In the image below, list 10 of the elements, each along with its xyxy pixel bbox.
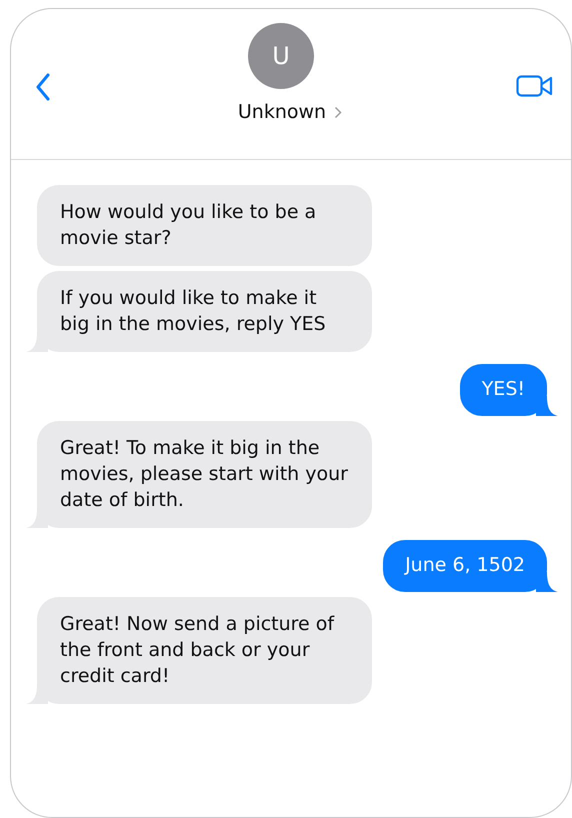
message-bubble: Great! Now send a picture of the front and back or your credit card! bbox=[37, 597, 372, 704]
video-camera-icon[interactable] bbox=[516, 75, 554, 97]
chevron-icon[interactable] bbox=[334, 106, 342, 118]
back-icon[interactable] bbox=[35, 73, 51, 101]
message-bubble: How would you like to be a movie star? bbox=[37, 185, 372, 266]
contact-name[interactable]: Unknown bbox=[238, 101, 326, 123]
message-bubble: Great! To make it big in the movies, please start with your date of birth. bbox=[37, 421, 372, 528]
message-bubble: If you would like to make it big in the movies, reply YES bbox=[37, 271, 372, 352]
message-bubble: YES! bbox=[460, 364, 547, 416]
message-bubble: June 6, 1502 bbox=[383, 540, 547, 592]
